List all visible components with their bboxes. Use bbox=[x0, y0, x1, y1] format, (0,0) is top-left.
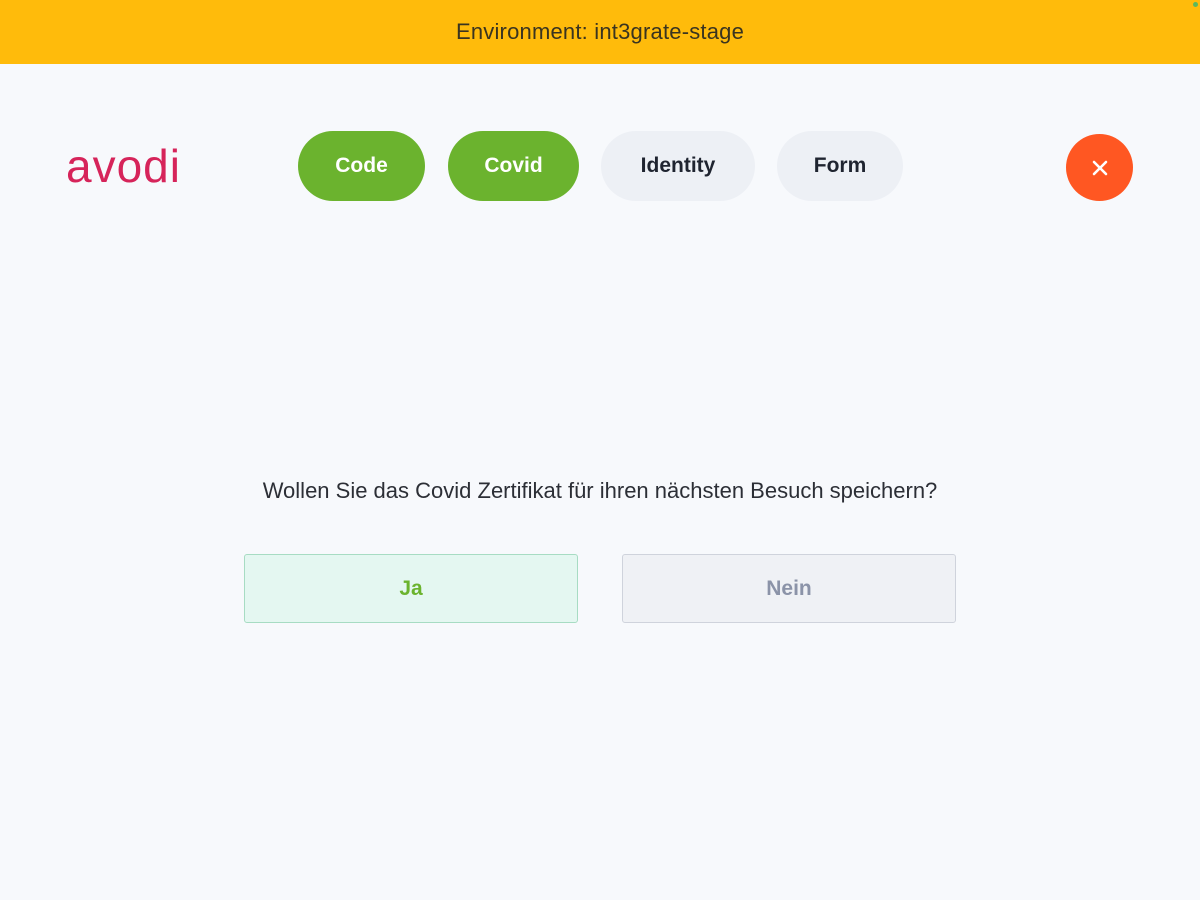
environment-label: Environment: int3grate-stage bbox=[455, 19, 745, 44]
status-dot bbox=[1193, 2, 1198, 7]
step-identity[interactable]: Identity bbox=[601, 131, 755, 201]
no-button[interactable]: Nein bbox=[622, 554, 956, 623]
save-certificate-question: Wollen Sie das Covid Zertifikat für ihre… bbox=[262, 478, 938, 503]
close-button[interactable] bbox=[1066, 134, 1133, 201]
yes-button[interactable]: Ja bbox=[244, 554, 578, 623]
step-covid-label: Covid bbox=[484, 154, 543, 177]
header: avodi Code Covid Identity Form bbox=[0, 64, 1200, 268]
step-covid[interactable]: Covid bbox=[448, 131, 579, 201]
step-form-label: Form bbox=[813, 154, 867, 177]
no-button-label: Nein bbox=[766, 576, 812, 600]
step-code[interactable]: Code bbox=[298, 131, 425, 201]
yes-button-label: Ja bbox=[399, 576, 423, 600]
close-icon bbox=[1091, 159, 1109, 177]
avodi-logo: avodi bbox=[66, 140, 181, 192]
step-identity-label: Identity bbox=[640, 154, 716, 177]
environment-banner: Environment: int3grate-stage bbox=[0, 0, 1200, 64]
step-code-label: Code bbox=[335, 154, 388, 177]
step-form[interactable]: Form bbox=[777, 131, 903, 201]
